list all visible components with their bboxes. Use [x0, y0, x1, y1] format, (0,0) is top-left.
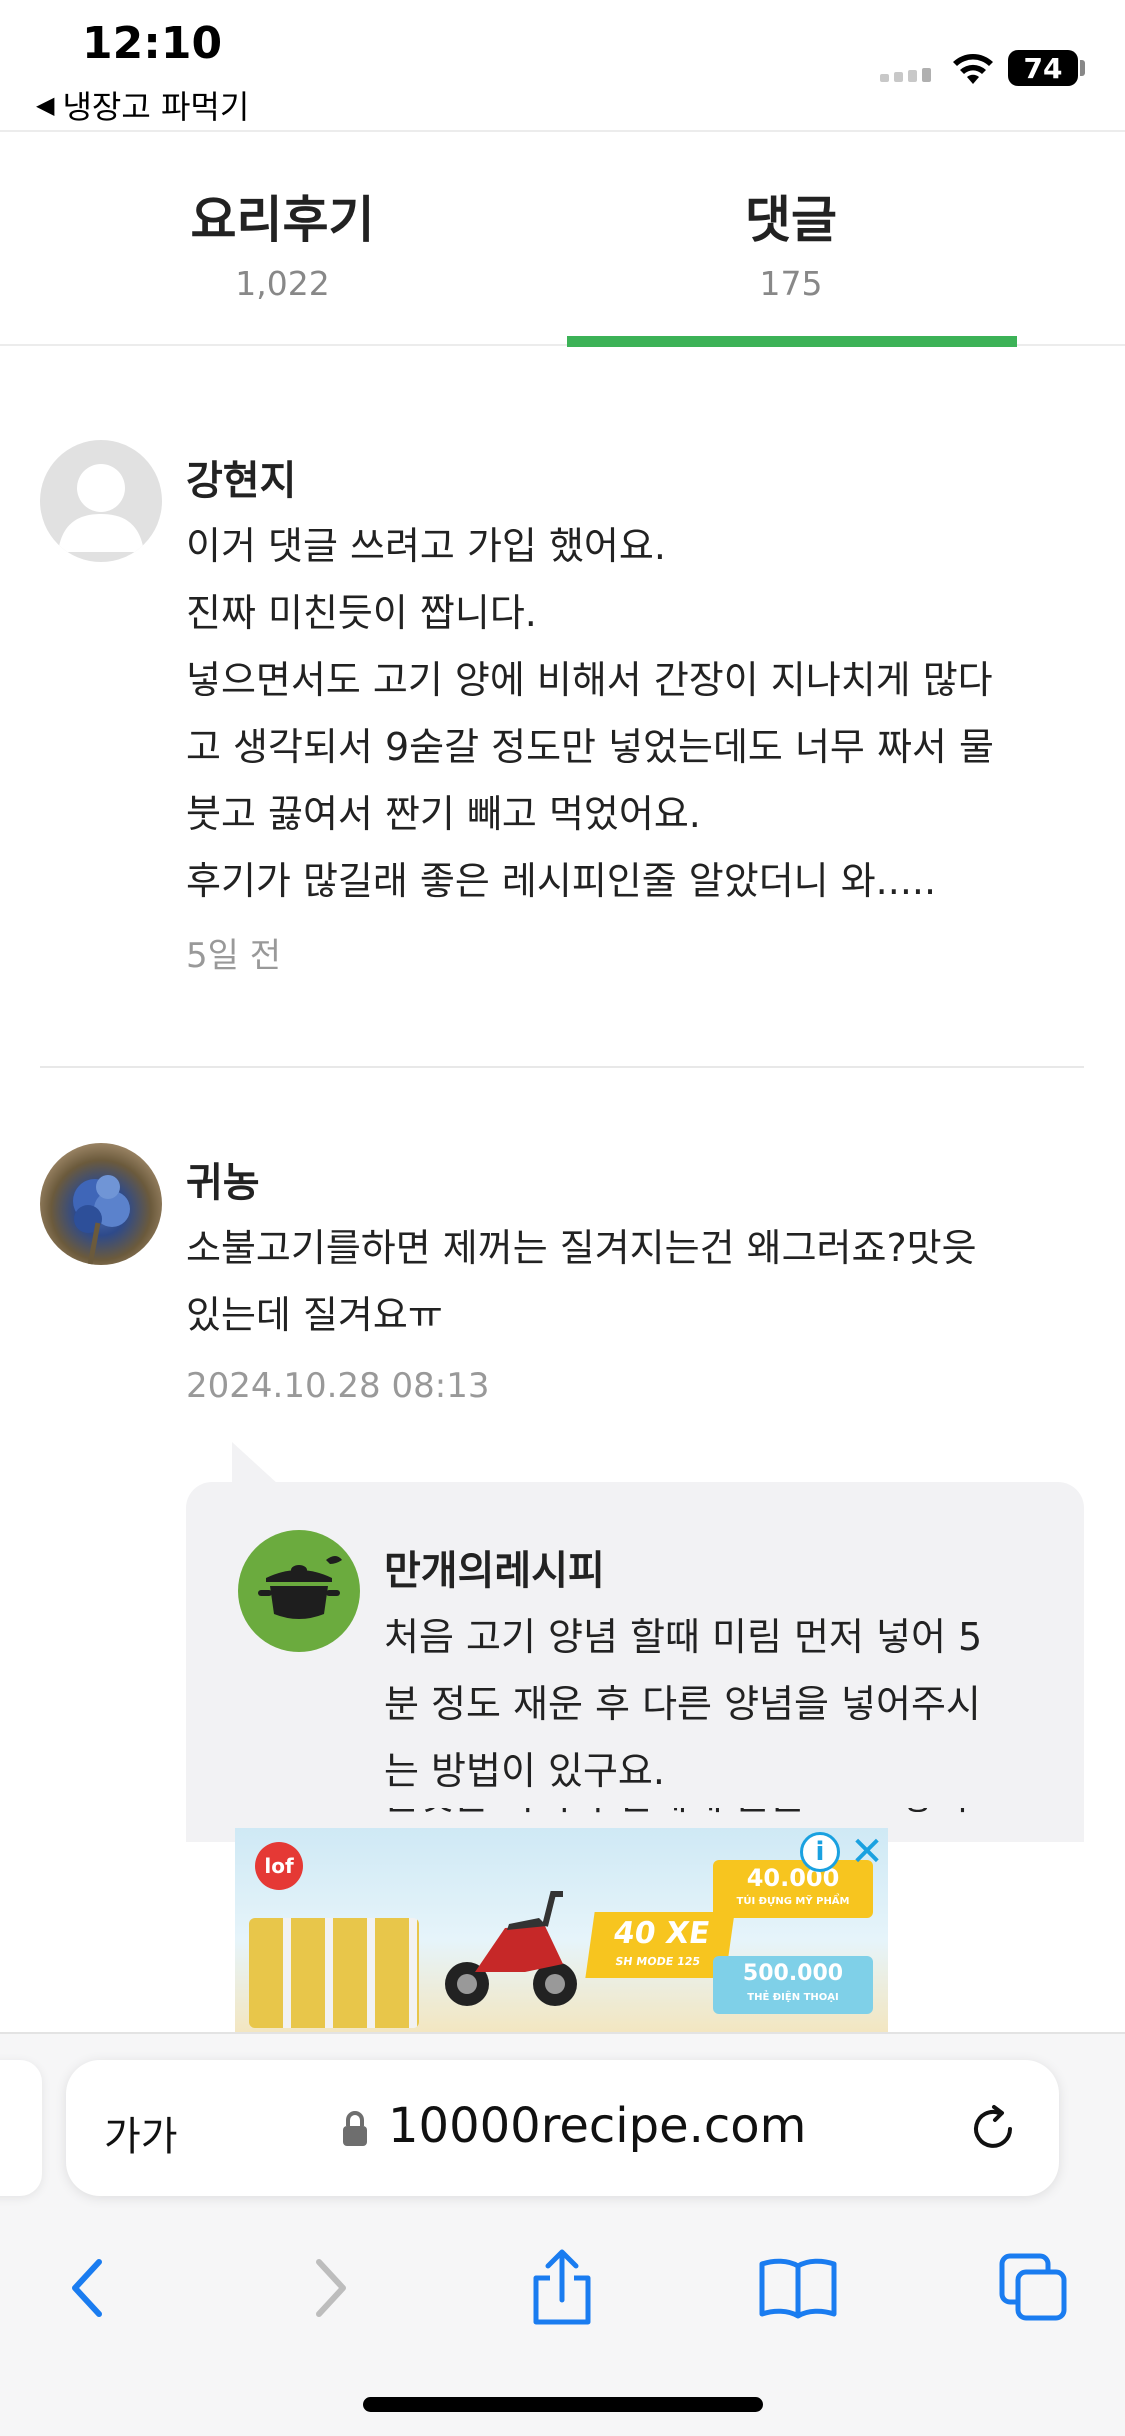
tab-comments-count: 175 — [759, 264, 823, 303]
comment-line: 후기가 많길래 좋은 레시피인줄 알았더니 와..... — [186, 859, 937, 903]
reply-line: 처음 고기 양념 할때 미림 먼저 넣어 5 — [384, 1615, 983, 1659]
comment-line: 고 생각되서 9숟갈 정도만 넣었는데도 너무 짜서 물 — [186, 725, 994, 769]
pot-logo-avatar[interactable] — [238, 1530, 360, 1652]
ad-product-packs — [249, 1918, 419, 2028]
address-bar[interactable]: 가가 10000recipe.com — [66, 2060, 1059, 2196]
battery-tip — [1080, 60, 1085, 76]
reply-line: 는 방법이 있구요. — [384, 1749, 665, 1793]
reply-author[interactable]: 만개의레시피 — [384, 1538, 605, 1596]
pot-icon — [258, 1556, 342, 1619]
reply-bubble-pointer — [232, 1442, 278, 1484]
reply-line: 분 정도 재운 후 다른 양념을 넣어주시 — [384, 1682, 981, 1726]
back-button[interactable] — [38, 2238, 138, 2338]
default-avatar[interactable] — [40, 440, 162, 562]
home-indicator — [363, 2397, 763, 2412]
ad-prize-1-sub: TÚI ĐỰNG MỸ PHẨM — [736, 1896, 850, 1907]
wifi-icon — [953, 54, 993, 84]
comment-body: 소불고기를하면 제꺼는 질겨지는건 왜그러죠?맛읏 있는데 질겨요ㅠ — [186, 1215, 1066, 1349]
book-icon — [759, 2258, 837, 2319]
reply-body: 처음 고기 양념 할때 미림 먼저 넣어 5 분 정도 재운 후 다른 양념을 … — [384, 1604, 1034, 1805]
ad-banner[interactable]: lof 40 XE SH MODE 125 40.000 TÚI ĐỰNG MỸ… — [235, 1828, 888, 2033]
tab-comments-label: 댓글 — [745, 191, 837, 249]
share-button[interactable] — [512, 2238, 612, 2338]
reply-cut-text: 물엿은 마지막 단계에 불을 끄고 넣어 — [384, 1808, 969, 1818]
ad-badge-main-text: 40 XE — [611, 1916, 712, 1951]
person-icon — [58, 464, 144, 552]
comment-line: 이거 댓글 쓰려고 가입 했어요. — [186, 524, 666, 568]
comment-line: 진짜 미친듯이 짭니다. — [186, 591, 537, 635]
previous-tab-edge[interactable] — [0, 2060, 42, 2196]
comment-line: 있는데 질겨요ㅠ — [186, 1293, 443, 1337]
comment-timestamp: 5일 전 — [186, 936, 281, 976]
comment-body: 이거 댓글 쓰려고 가입 했어요. 진짜 미친듯이 짭니다. 넣으면서도 고기 … — [186, 513, 1066, 915]
tab-reviews[interactable]: 요리후기 1,022 — [0, 132, 565, 346]
tab-selected-indicator — [567, 336, 1017, 347]
tab-comments[interactable]: 댓글 175 — [565, 132, 1017, 346]
share-icon — [533, 2249, 591, 2325]
chevron-left-icon — [72, 2259, 102, 2317]
tab-reviews-label: 요리후기 — [190, 191, 375, 249]
back-triangle-icon: ◀ — [36, 91, 55, 119]
user-avatar-photo[interactable] — [40, 1143, 162, 1265]
battery-indicator: 74 — [1008, 50, 1078, 86]
url-text[interactable]: 10000recipe.com — [388, 2098, 806, 2154]
tabs-overview-icon — [999, 2253, 1067, 2321]
tab-reviews-count: 1,022 — [235, 264, 330, 303]
flower-photo — [73, 1175, 130, 1265]
tab-bar: 요리후기 1,022 댓글 175 — [0, 130, 1125, 347]
ad-close-icon[interactable]: ✕ — [847, 1829, 887, 1875]
ad-badge-sub-text: SH MODE 125 — [614, 1955, 701, 1968]
comment-line: 넣으면서도 고기 양에 비해서 간장이 지나치게 많다 — [186, 658, 993, 702]
browser-toolbar: 가가 10000recipe.com — [0, 2032, 1125, 2436]
ad-brand-logo: lof — [255, 1842, 303, 1890]
ad-prize-2: 500.000 THẺ ĐIỆN THOẠI — [713, 1956, 873, 2014]
comment-author[interactable]: 귀농 — [186, 1150, 260, 1208]
comment-line: 소불고기를하면 제꺼는 질겨지는건 왜그러죠?맛읏 — [186, 1226, 977, 1270]
back-to-app-link[interactable]: ◀ 냉장고 파먹기 — [36, 82, 249, 128]
status-time: 12:10 — [82, 18, 223, 69]
cellular-signal-icon — [880, 68, 931, 82]
bookmarks-button[interactable] — [748, 2238, 848, 2338]
comment-author[interactable]: 강현지 — [186, 448, 296, 506]
chevron-right-icon — [316, 2259, 346, 2317]
ad-prize-2-sub: THẺ ĐIỆN THOẠI — [747, 1992, 839, 2003]
ad-info-icon[interactable]: i — [800, 1832, 840, 1872]
comment-divider — [40, 1066, 1084, 1068]
comment-line: 붓고 끓여서 짠기 빼고 먹었어요. — [186, 792, 701, 836]
lock-icon — [343, 2111, 367, 2146]
ad-prize-2-text: 500.000 — [742, 1961, 844, 1986]
comment-timestamp: 2024.10.28 08:13 — [186, 1366, 490, 1406]
reload-icon[interactable] — [966, 2102, 1020, 2156]
status-bar: 12:10 ◀ 냉장고 파먹기 74 — [0, 0, 1125, 130]
scooter-image — [445, 1891, 577, 2006]
back-app-label: 냉장고 파먹기 — [62, 88, 250, 126]
tabs-button[interactable] — [984, 2238, 1084, 2338]
forward-button[interactable] — [280, 2238, 380, 2338]
text-size-button[interactable]: 가가 — [104, 2104, 178, 2162]
